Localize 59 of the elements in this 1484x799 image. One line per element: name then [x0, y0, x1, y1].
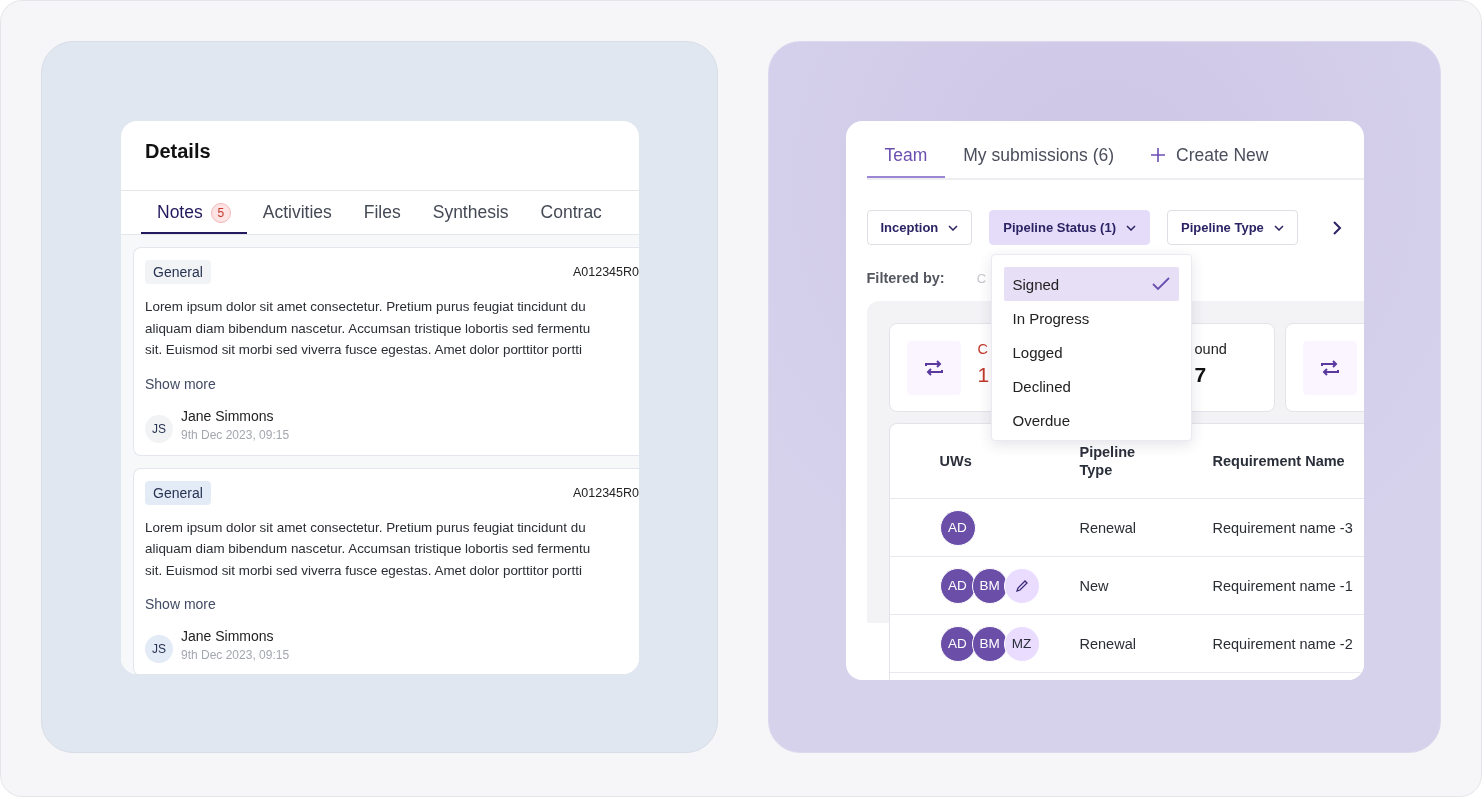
tab[interactable]: Synthesis — [416, 191, 525, 234]
tab[interactable]: Files — [347, 191, 417, 234]
column-header: UWs — [939, 453, 973, 469]
chevron-down-icon — [1273, 224, 1284, 231]
filter-value: C — [976, 270, 987, 286]
column-header: Requirement Name — [1212, 453, 1345, 469]
avatar: JS — [145, 635, 173, 663]
edit-button[interactable] — [1003, 567, 1040, 604]
note-date: 9th Dec 2023, 09:15 — [181, 427, 290, 442]
menu-option[interactable]: Logged — [1003, 335, 1179, 369]
checkmark-icon — [1151, 277, 1170, 291]
filter-dropdown[interactable]: Pipeline Type — [1167, 210, 1298, 245]
count-badge: 5 — [210, 203, 231, 223]
note-text: Lorem ipsum dolor sit amet consectetur. Pretium purus feugiat tincidunt du aliquam diam bibendum nascetur. Accumsan tristique lobortis sed fermentu sit. Euismod sit morbi sed viverra fusce egestas. Amet dolor porttitor portti — [145, 298, 592, 359]
filtered-by-label: Filtered by: — [866, 270, 945, 286]
tab[interactable]: Team — [866, 145, 946, 178]
avatar: BM — [971, 625, 1008, 662]
tab[interactable]: Activities — [246, 191, 348, 234]
author-name: Jane Simmons — [181, 628, 275, 644]
menu-option[interactable]: Declined — [1003, 369, 1179, 403]
show-more-link[interactable]: Show more — [145, 596, 216, 612]
column-header: Pipeline Type — [1079, 443, 1137, 479]
reference-code: A012345R0 — [572, 485, 639, 500]
plus-icon — [1150, 147, 1167, 163]
avatar: BM — [971, 567, 1008, 604]
avatar: AD — [939, 625, 976, 662]
avatar: JS — [145, 414, 173, 443]
filter-dropdown[interactable]: Pipeline Status (1) — [989, 210, 1150, 245]
chevron-down-icon — [948, 224, 959, 231]
avatar: AD — [939, 567, 976, 604]
category-tag: General — [145, 480, 211, 505]
filter-dropdown[interactable]: Inception — [866, 210, 973, 245]
chevron-down-icon — [1126, 224, 1136, 231]
table-cell: Requirement name -2 — [1212, 635, 1353, 652]
tab[interactable]: Contrac — [524, 191, 602, 234]
tab[interactable]: Create New — [1132, 145, 1287, 178]
table-cell-text: Renewal — [1079, 635, 1137, 652]
table-cell: Requirement name -3 — [1212, 519, 1353, 536]
table-cell: Requirement name -1 — [1212, 577, 1353, 594]
show-more-link[interactable]: Show more — [145, 375, 216, 392]
stat-value: 1 — [977, 363, 990, 387]
menu-option[interactable]: Signed — [1003, 267, 1179, 301]
table-cell-text: New — [1079, 577, 1110, 594]
menu-option[interactable]: In Progress — [1003, 301, 1179, 335]
chevron-right-icon[interactable] — [1331, 220, 1342, 235]
stat-value: 7 — [1194, 363, 1208, 387]
avatar: AD — [939, 509, 976, 546]
note-date: 9th Dec 2023, 09:15 — [181, 648, 290, 662]
category-tag: General — [145, 260, 211, 284]
note-text: Lorem ipsum dolor sit amet consectetur. Pretium purus feugiat tincidunt du aliquam diam bibendum nascetur. Accumsan tristique lobortis sed fermentu sit. Euismod sit morbi sed viverra fusce egestas. Amet dolor porttitor portti — [145, 518, 592, 580]
table-cell-text: Renewal — [1079, 519, 1137, 536]
stat-label: ound — [1194, 341, 1227, 357]
stat-label: C — [977, 341, 989, 357]
avatar: MZ — [1003, 625, 1040, 662]
author-name: Jane Simmons — [181, 407, 275, 424]
card-title: Details — [145, 140, 211, 162]
reference-code: A012345R0 — [572, 265, 639, 279]
tab[interactable]: My submissions (6) — [945, 145, 1133, 178]
menu-option[interactable]: Overdue — [1003, 403, 1179, 437]
